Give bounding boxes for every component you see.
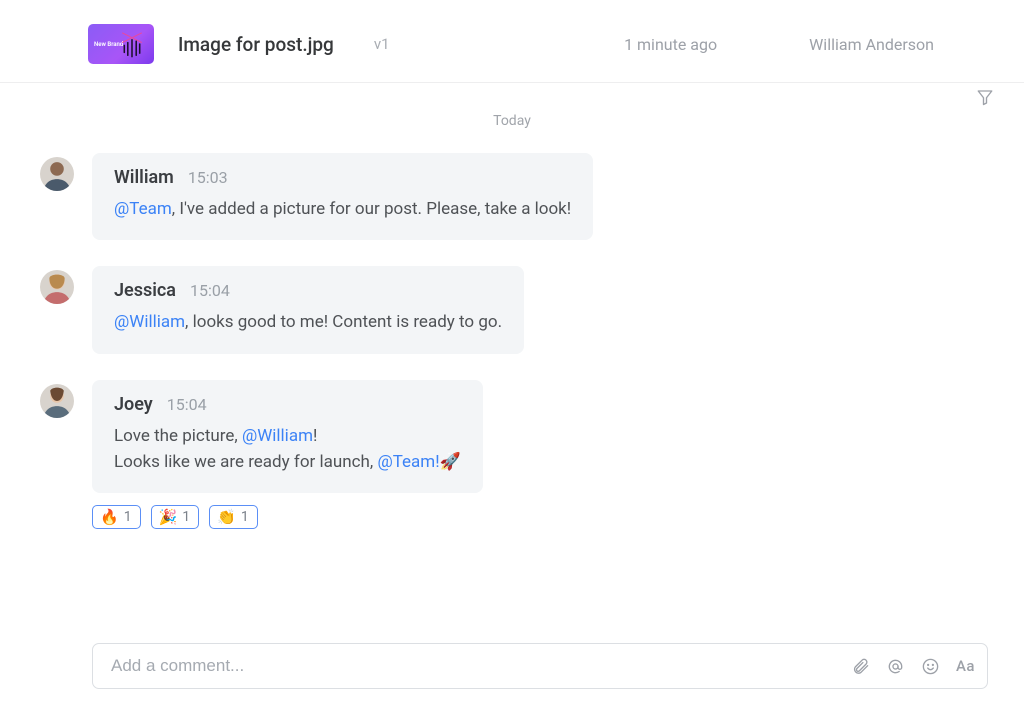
message-row: Jessica 15:04 @William, looks good to me… <box>40 266 976 353</box>
message-bubble[interactable]: Jessica 15:04 @William, looks good to me… <box>92 266 524 353</box>
tada-emoji: 🎉 <box>159 510 178 525</box>
message-author: Jessica <box>114 280 176 301</box>
composer-tools: Aa <box>851 657 975 676</box>
message-time: 15:04 <box>190 281 230 300</box>
message-row: Joey 15:04 Love the picture, @William!Lo… <box>40 380 976 530</box>
format-icon[interactable]: Aa <box>956 657 975 675</box>
file-version: v1 <box>374 35 390 53</box>
message-body: @William, looks good to me! Content is r… <box>114 309 502 335</box>
clap-emoji: 👏 <box>217 510 236 525</box>
message-author: Joey <box>114 394 153 415</box>
at-icon[interactable] <box>886 657 905 676</box>
mention[interactable]: @Team <box>114 199 172 219</box>
uploader-name[interactable]: William Anderson <box>809 35 934 54</box>
reaction-bar: 🔥 1 🎉 1 👏 1 <box>92 505 483 529</box>
avatar[interactable] <box>40 384 74 418</box>
message-body: @Team, I've added a picture for our post… <box>114 196 571 222</box>
reaction-count: 1 <box>182 509 190 525</box>
thumbnail-art <box>118 26 146 62</box>
upload-time: 1 minute ago <box>624 35 717 54</box>
message-time: 15:04 <box>167 395 207 414</box>
avatar[interactable] <box>40 270 74 304</box>
mention[interactable]: @Team! <box>377 452 439 472</box>
paperclip-icon[interactable] <box>851 657 870 676</box>
message-row: William 15:03 @Team, I've added a pictur… <box>40 153 976 240</box>
reaction-button[interactable]: 🎉 1 <box>151 505 200 529</box>
file-header: New Brand Image for post.jpg v1 1 minute… <box>0 0 1024 83</box>
reaction-button[interactable]: 🔥 1 <box>92 505 141 529</box>
smiley-icon[interactable] <box>921 657 940 676</box>
date-separator: Today <box>0 113 1024 129</box>
file-thumbnail[interactable]: New Brand <box>88 24 154 64</box>
file-name[interactable]: Image for post.jpg <box>178 33 334 56</box>
filter-icon[interactable] <box>976 88 994 106</box>
comment-composer[interactable]: Aa <box>92 643 988 689</box>
message-bubble[interactable]: William 15:03 @Team, I've added a pictur… <box>92 153 593 240</box>
mention[interactable]: @William <box>242 426 313 446</box>
message-body: Love the picture, @William!Looks like we… <box>114 423 461 476</box>
message-bubble[interactable]: Joey 15:04 Love the picture, @William!Lo… <box>92 380 483 494</box>
fire-emoji: 🔥 <box>100 510 119 525</box>
message-list: William 15:03 @Team, I've added a pictur… <box>0 153 1024 529</box>
reaction-count: 1 <box>241 509 249 525</box>
avatar[interactable] <box>40 157 74 191</box>
mention[interactable]: @William <box>114 312 185 332</box>
message-time: 15:03 <box>188 168 228 187</box>
reaction-count: 1 <box>124 509 132 525</box>
comment-input[interactable] <box>111 656 851 676</box>
reaction-button[interactable]: 👏 1 <box>209 505 258 529</box>
message-author: William <box>114 167 174 188</box>
